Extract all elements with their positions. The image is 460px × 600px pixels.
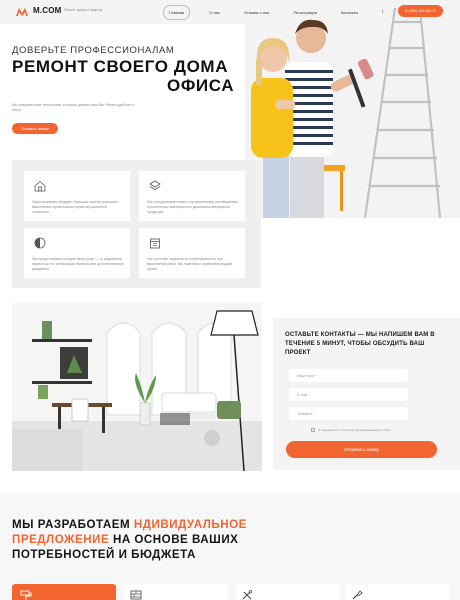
phone-button[interactable]: 8 (000) 000-00-00 (398, 5, 443, 17)
checkbox-icon[interactable] (311, 428, 315, 432)
nav-item-contacts[interactable]: Контакты (336, 6, 363, 19)
feature-text: Нас отличает надёжность и пунктуальность… (147, 257, 233, 271)
offer-section: Мы разработаем ндивидуальное предложение… (0, 493, 460, 600)
service-card[interactable] (345, 584, 449, 600)
service-card[interactable] (12, 584, 116, 600)
service-card[interactable] (124, 584, 228, 600)
tagline: Ремонт домов и квартир (64, 8, 103, 12)
hero-request-button[interactable]: Оставить заявку (12, 123, 58, 134)
consent-label: Я ознакомился с политикой конфиденциальн… (318, 428, 391, 432)
hero-title-line2: офиса (167, 76, 235, 95)
feature-text: Мы сотрудничаем только с проверенными по… (147, 200, 238, 214)
phone-input[interactable]: Телефон * (289, 407, 408, 420)
brush-icon (352, 590, 363, 600)
submit-button[interactable]: Отправить заявку (286, 441, 437, 458)
paint-roller-icon (20, 590, 32, 600)
feature-card: Мы предоставляем полную смету услуг — от… (24, 228, 130, 278)
logo-icon (16, 8, 28, 16)
layers-icon (149, 180, 161, 190)
consent-checkbox[interactable]: Я ознакомился с политикой конфиденциальн… (311, 428, 391, 432)
brick-wall-icon (130, 590, 142, 600)
feature-card: Наша компания обладает большим опытом ус… (24, 171, 130, 221)
hero-title-line1: Ремонт своего дома (12, 57, 229, 76)
nav-item-home[interactable]: Главная (163, 5, 191, 20)
offer-title-part1: Мы разработаем (12, 518, 134, 531)
feature-card: Мы сотрудничаем только с проверенными по… (139, 171, 245, 221)
calendar-icon (150, 238, 160, 249)
nav-item-reviews[interactable]: Отзывы о нас (239, 6, 275, 19)
nav-item-about[interactable]: О нас (204, 6, 225, 19)
main-nav: Главная О нас Отзывы о нас Регистрация К… (163, 5, 403, 20)
service-card[interactable] (236, 584, 340, 600)
half-circle-icon (34, 237, 46, 249)
feature-card: Нас отличает надёжность и пунктуальность… (139, 228, 245, 278)
offer-title: Мы разработаем ндивидуальное предложение… (12, 517, 272, 562)
email-input[interactable]: E-mail (289, 388, 408, 401)
site-header: M.COM Ремонт домов и квартир Главная О н… (0, 0, 460, 24)
contact-form: Оставьте контакты — мы напишем вам в теч… (273, 318, 460, 470)
hero-description: Мы современные технологии, которые делаю… (12, 103, 135, 113)
feature-text: Мы предоставляем полную смету услуг — от… (32, 257, 124, 271)
nav-item-register[interactable]: Регистрация (288, 6, 321, 19)
tools-icon (242, 590, 253, 600)
home-icon (34, 180, 46, 192)
features-panel: Наша компания обладает большим опытом ус… (12, 160, 261, 288)
hero-title: Ремонт своего дома офиса (12, 57, 234, 95)
logo-text[interactable]: M.COM (33, 6, 62, 15)
hero-subtitle: Доверьте профессионалам (12, 45, 175, 56)
name-input[interactable]: Ваше имя * (289, 369, 408, 382)
info-icon[interactable]: ⅰ (377, 6, 388, 19)
hero-photo (245, 0, 460, 218)
form-title: Оставьте контакты — мы напишем вам в теч… (285, 332, 435, 356)
interior-photo (12, 303, 262, 471)
feature-text: Наша компания обладает большим опытом ус… (32, 200, 119, 214)
